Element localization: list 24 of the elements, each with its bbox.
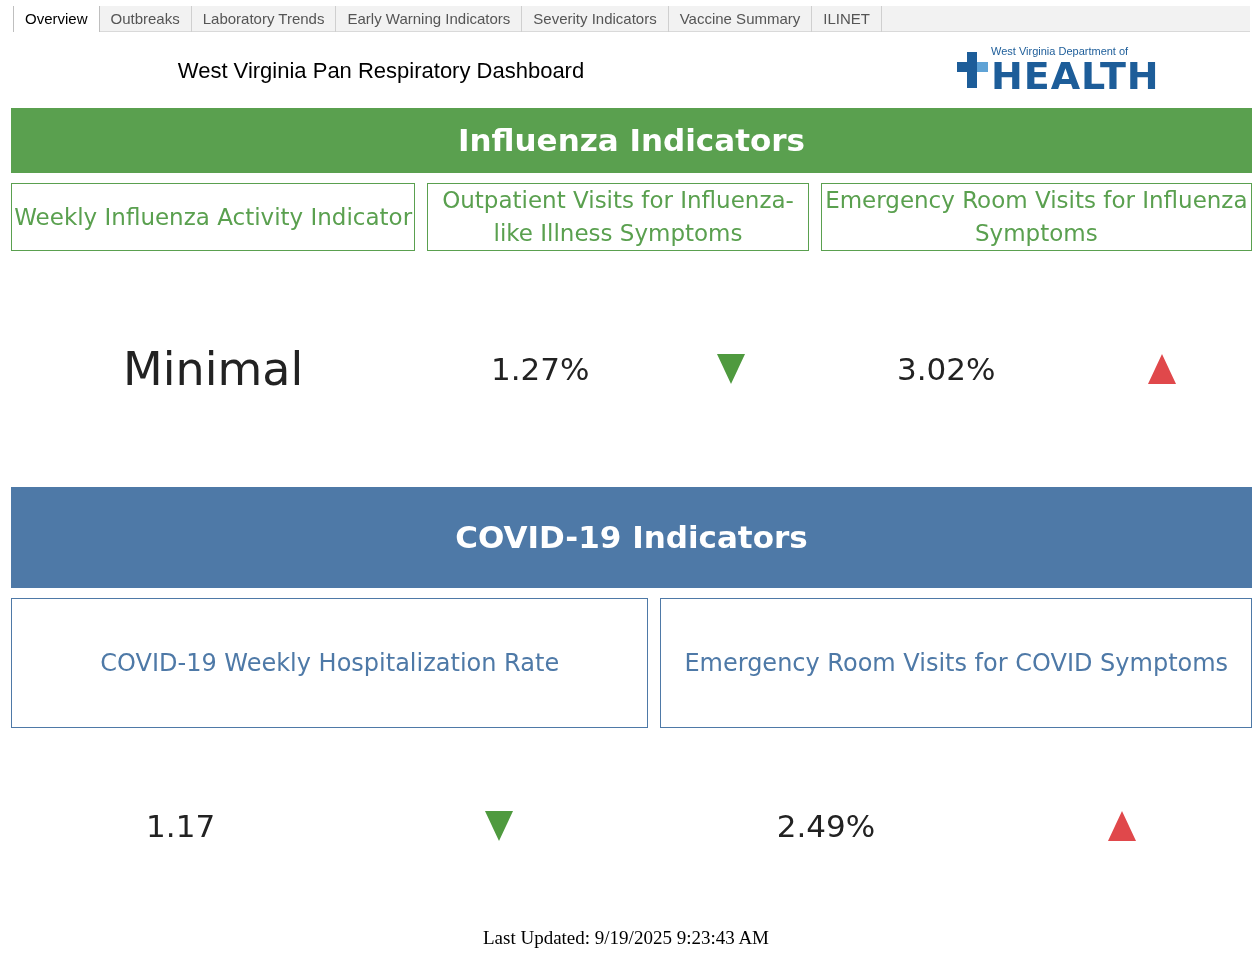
tab[interactable]: ILINET — [812, 6, 882, 32]
cross-icon — [956, 50, 990, 90]
tab[interactable]: Laboratory Trends — [191, 6, 337, 32]
logo-wordmark: HEALTH — [991, 56, 1160, 95]
indicator-value: 2.49% — [776, 806, 876, 846]
indicator-value: 1.17 — [146, 806, 216, 846]
tab[interactable]: Overview — [13, 6, 100, 32]
logo-subtitle: West Virginia Department of — [991, 45, 1130, 57]
indicator-heading: Emergency Room Visits for Influenza Symptoms — [820, 183, 1252, 251]
tab[interactable]: Outbreaks — [99, 6, 192, 32]
last-updated-text: Last Updated: 9/19/2025 9:23:43 AM — [482, 926, 769, 950]
indicator-value: Minimal — [123, 340, 304, 398]
dashboard-title: West Virginia Pan Respiratory Dashboard — [177, 56, 585, 85]
section-banner: COVID-19 Indicators — [11, 487, 1252, 588]
indicator-value: 1.27% — [491, 349, 590, 389]
indicator-heading: COVID-19 Weekly Hospitalization Rate — [11, 598, 649, 728]
indicator-heading: Outpatient Visits for Influenza-like Illness Symptoms — [427, 183, 809, 251]
tab[interactable]: Severity Indicators — [522, 6, 669, 32]
tab[interactable]: Early Warning Indicators — [336, 6, 523, 32]
tab[interactable]: Vaccine Summary — [668, 6, 813, 32]
indicator-heading: Weekly Influenza Activity Indicator — [11, 183, 416, 251]
indicator-value: 3.02% — [896, 349, 996, 389]
section-banner: Influenza Indicators — [11, 108, 1252, 173]
indicator-heading: Emergency Room Visits for COVID Symptoms — [660, 598, 1252, 728]
